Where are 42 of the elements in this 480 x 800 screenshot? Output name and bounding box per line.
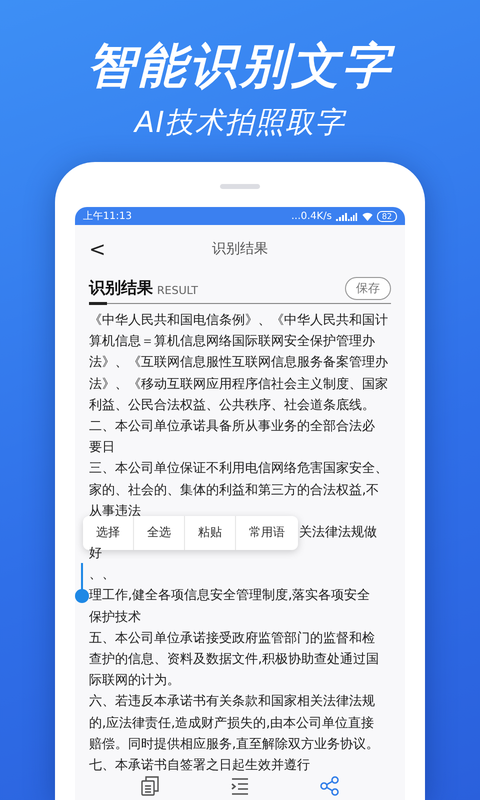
menu-item[interactable]: 常用语 — [235, 516, 298, 550]
text-line: 法》、《移动互联网应用程序信社会主义制度、国家 — [89, 376, 388, 392]
title-underline — [89, 302, 107, 305]
menu-item[interactable]: 粘贴 — [184, 516, 235, 550]
text-line: 、、 — [89, 567, 115, 582]
text-line: 赔偿。同时提供相应服务,直至解除双方业务协议。 — [89, 736, 380, 752]
result-title: 识别结果 — [89, 278, 153, 298]
wifi-icon — [362, 212, 373, 220]
back-button[interactable]: < — [83, 237, 112, 261]
page-title: 识别结果 — [212, 240, 268, 258]
text-line: 保护技术 — [89, 610, 141, 625]
text-line: 好 — [89, 546, 102, 562]
text-line: 理工作,健全各项信息安全管理制度,落实各项安全 — [89, 588, 370, 604]
text-line: 二、本公司单位承诺具备所从事业务的全部合法必 — [89, 418, 375, 434]
text-line: 的,应法律责任,造成财产损失的,由本公司单位直接 — [89, 716, 374, 731]
text-line: 关法律法规做 — [299, 524, 377, 540]
text-line: 际联网的计为。 — [89, 673, 180, 688]
copy-icon[interactable] — [140, 776, 160, 796]
text-line: 五、本公司单位承诺接受政府监管部门的监督和检 — [89, 630, 375, 646]
text-line: 要日 — [89, 440, 115, 456]
indent-list-icon[interactable] — [230, 776, 250, 796]
status-time: 上午11:13 — [83, 210, 132, 223]
text-line: 七、本承诺书自签署之日起生效并遵行 — [89, 758, 310, 773]
battery-level: 82 — [376, 210, 397, 222]
text-line: 《中华人民共和国电信条例》、《中华人民共和国计 — [89, 313, 388, 328]
result-subtitle: RESULT — [157, 284, 198, 296]
text-line: 算机信息＝算机信息网络国际联网安全保护管理办 — [89, 334, 375, 350]
text-line: 法》、《互联网信息服性互联网信息服务备案管理办 — [89, 355, 388, 370]
headline: 智能识别文字 — [87, 37, 393, 96]
network-speed: ...0.4K/s — [291, 210, 332, 222]
save-button[interactable]: 保存 — [345, 276, 391, 300]
signal-icon — [336, 212, 358, 220]
speaker-slot — [220, 184, 260, 189]
text-cursor-handle[interactable] — [75, 563, 89, 604]
share-icon[interactable] — [320, 776, 340, 796]
text-line: 利益、公民合法权益、公共秩序、社会道条底线。 — [89, 398, 375, 413]
text-line: 三、本公司单位保证不利用电信网络危害国家安全、 — [89, 461, 388, 476]
text-line: 六、若违反本承诺书有关条款和国家相关法律法规 — [89, 694, 375, 710]
text-line: 家的、社会的、集体的利益和第三方的合法权益,不 — [89, 482, 380, 498]
text-line: 查护的信息、资料及数据文件,积极协助查处通过国 — [89, 652, 380, 667]
menu-item[interactable]: 全选 — [133, 516, 184, 550]
subheadline: AI技术拍照取字 — [134, 104, 346, 140]
